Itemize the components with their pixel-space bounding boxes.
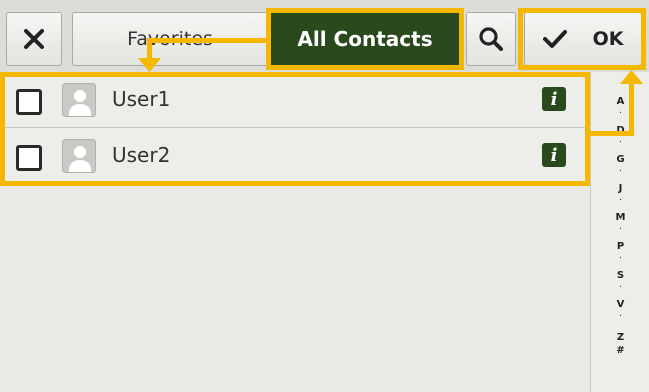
index-separator: ·	[618, 282, 623, 293]
close-button[interactable]	[6, 12, 62, 66]
arrow-down-icon	[138, 58, 161, 72]
index-separator: ·	[618, 108, 623, 119]
index-separator: ·	[618, 224, 623, 235]
annotation-connector-line	[629, 82, 634, 136]
index-letter-j[interactable]: J	[591, 183, 649, 195]
index-separator: ·	[618, 311, 623, 322]
search-icon	[479, 27, 503, 51]
index-letter-a[interactable]: A	[591, 96, 649, 108]
address-book-screen: Favorites All Contacts OK User1	[0, 0, 649, 392]
index-separator: ·	[618, 166, 623, 177]
annotation-connector-line	[588, 131, 634, 136]
highlight-ok-button	[518, 8, 646, 70]
arrow-up-icon	[620, 70, 643, 84]
index-letter-m[interactable]: M	[591, 212, 649, 224]
x-icon	[24, 29, 44, 49]
highlight-contact-list	[0, 72, 590, 186]
index-separator: ·	[618, 253, 623, 264]
search-button[interactable]	[466, 12, 516, 66]
index-letter-s[interactable]: S	[591, 270, 649, 282]
annotation-connector-line	[147, 38, 268, 43]
highlight-all-contacts-tab	[266, 8, 464, 70]
index-separator: ·	[618, 137, 623, 148]
index-letter-z[interactable]: Z	[591, 332, 649, 344]
index-letter-v[interactable]: V	[591, 299, 649, 311]
index-letter-g[interactable]: G	[591, 154, 649, 166]
index-letter-hash[interactable]: #	[591, 345, 649, 357]
index-letter-p[interactable]: P	[591, 241, 649, 253]
alphabet-index[interactable]: A · D · G · J · M · P · S · V · Z #	[590, 72, 649, 392]
index-separator: ·	[618, 195, 623, 206]
